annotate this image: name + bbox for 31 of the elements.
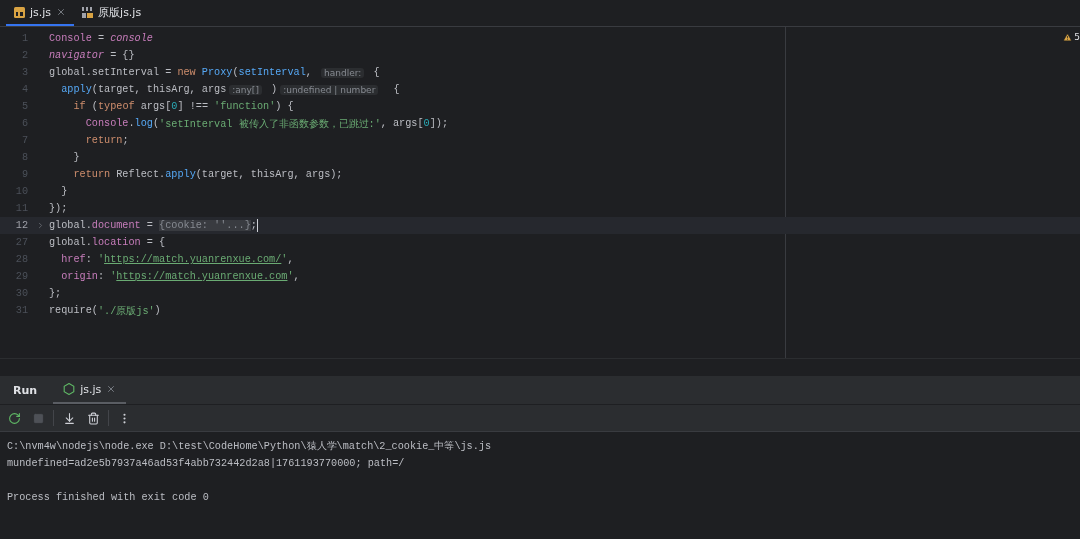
fold-icon[interactable] bbox=[36, 221, 45, 230]
code-line: origin: 'https://match.yuanrenxue.com', bbox=[60, 271, 300, 282]
console-output-line: mundefined=ad2e5b7937a46ad53f4abb732442d2a8|1761193770000; path=/ bbox=[7, 457, 406, 471]
warning-count[interactable]: 5 bbox=[1063, 32, 1080, 42]
close-icon[interactable] bbox=[106, 384, 117, 394]
code-line: return Reflect.apply(target, thisArg, args); bbox=[72, 169, 343, 180]
code-line: } bbox=[72, 152, 80, 163]
js-file-icon bbox=[14, 6, 25, 18]
code-line: require('./原版js') bbox=[48, 304, 161, 318]
code-line: global.setInterval = new Proxy(setInterval, handler: { bbox=[48, 67, 380, 78]
node-icon bbox=[63, 383, 76, 395]
binary-file-icon bbox=[82, 6, 94, 18]
code-line: apply(target, thisArg, args :any[] ) :undefined | number { bbox=[60, 84, 400, 95]
code-line: navigator = {} bbox=[48, 50, 135, 61]
line-number: 12 bbox=[15, 220, 28, 231]
code-line: } bbox=[60, 186, 68, 197]
editor-tab[interactable]: js.js bbox=[6, 0, 75, 26]
code-line: Console.log('setInterval 被传入了非函数参数，已跳过:', args[0]); bbox=[84, 117, 449, 131]
code-line: Console = console bbox=[48, 33, 153, 44]
code-line: }; bbox=[48, 288, 62, 299]
code-line: global.location = { bbox=[48, 237, 166, 248]
code-line: }); bbox=[48, 203, 68, 214]
code-line: href: 'https://match.yuanrenxue.com/', bbox=[60, 254, 294, 265]
editor-tab[interactable]: 原版js.js bbox=[74, 0, 150, 26]
code-line: global.document = {cookie: ''...}; bbox=[48, 219, 258, 232]
console-output-line: C:\nvm4w\nodejs\node.exe D:\test\CodeHome\Python\猿人学\match\2_cookie_中等\js.js bbox=[7, 439, 493, 454]
console-output-line: Process finished with exit code 0 bbox=[7, 491, 210, 505]
panel-title: Run bbox=[12, 383, 39, 397]
close-icon[interactable] bbox=[56, 7, 67, 17]
code-line: return; bbox=[84, 135, 129, 146]
code-line: if (typeof args[0] !== 'function') { bbox=[72, 101, 294, 112]
